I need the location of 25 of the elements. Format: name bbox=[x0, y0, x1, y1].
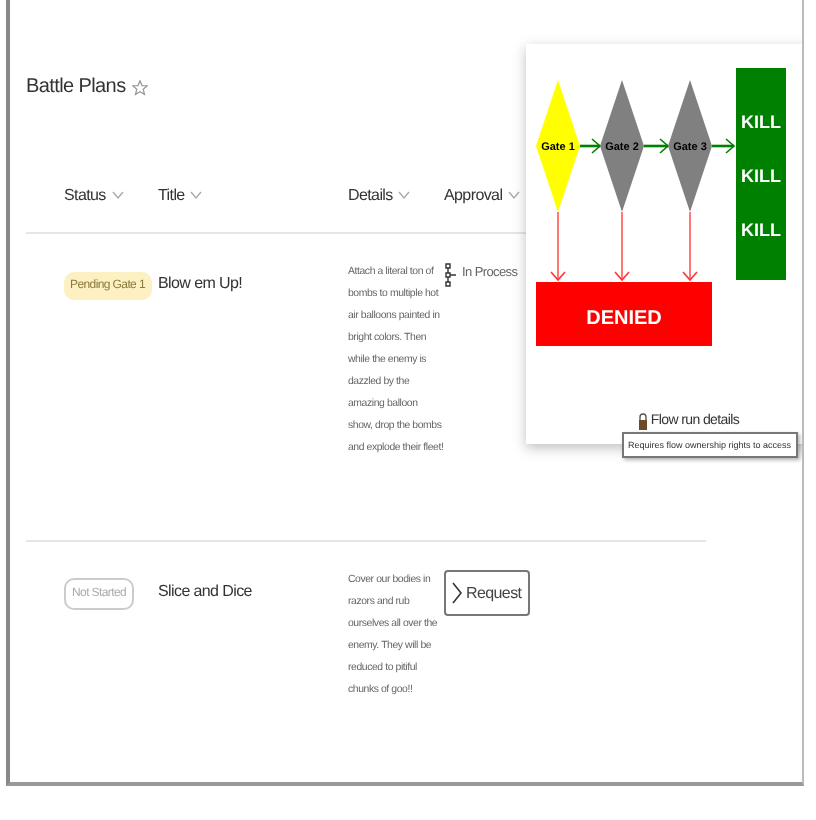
arrow bbox=[580, 138, 601, 154]
success-label: KILL bbox=[741, 112, 781, 132]
caret-icon bbox=[111, 190, 124, 200]
chevron-icon bbox=[452, 582, 462, 604]
column-header[interactable]: Title bbox=[158, 186, 348, 204]
lock-icon bbox=[638, 412, 649, 430]
flow-icon bbox=[444, 262, 458, 288]
arrow bbox=[614, 211, 630, 281]
caret-icon bbox=[398, 190, 411, 200]
column-header[interactable]: Status bbox=[26, 186, 158, 204]
arrow bbox=[712, 138, 735, 154]
title-text: Blow em Up! bbox=[158, 274, 243, 292]
denied-label: DENIED bbox=[586, 308, 662, 330]
star-icon[interactable] bbox=[131, 79, 148, 95]
success-label: KILL bbox=[741, 220, 781, 240]
title-text: Slice and Dice bbox=[158, 582, 252, 600]
request-button[interactable]: Request bbox=[444, 570, 530, 616]
arrow bbox=[550, 211, 566, 281]
success-label: KILL bbox=[741, 166, 781, 186]
caret-icon bbox=[190, 190, 203, 200]
caret-icon bbox=[508, 190, 521, 200]
arrow bbox=[644, 138, 669, 154]
page-title: Battle Plans bbox=[26, 76, 126, 98]
arrow bbox=[682, 211, 698, 281]
column-header[interactable]: Details bbox=[348, 186, 444, 204]
